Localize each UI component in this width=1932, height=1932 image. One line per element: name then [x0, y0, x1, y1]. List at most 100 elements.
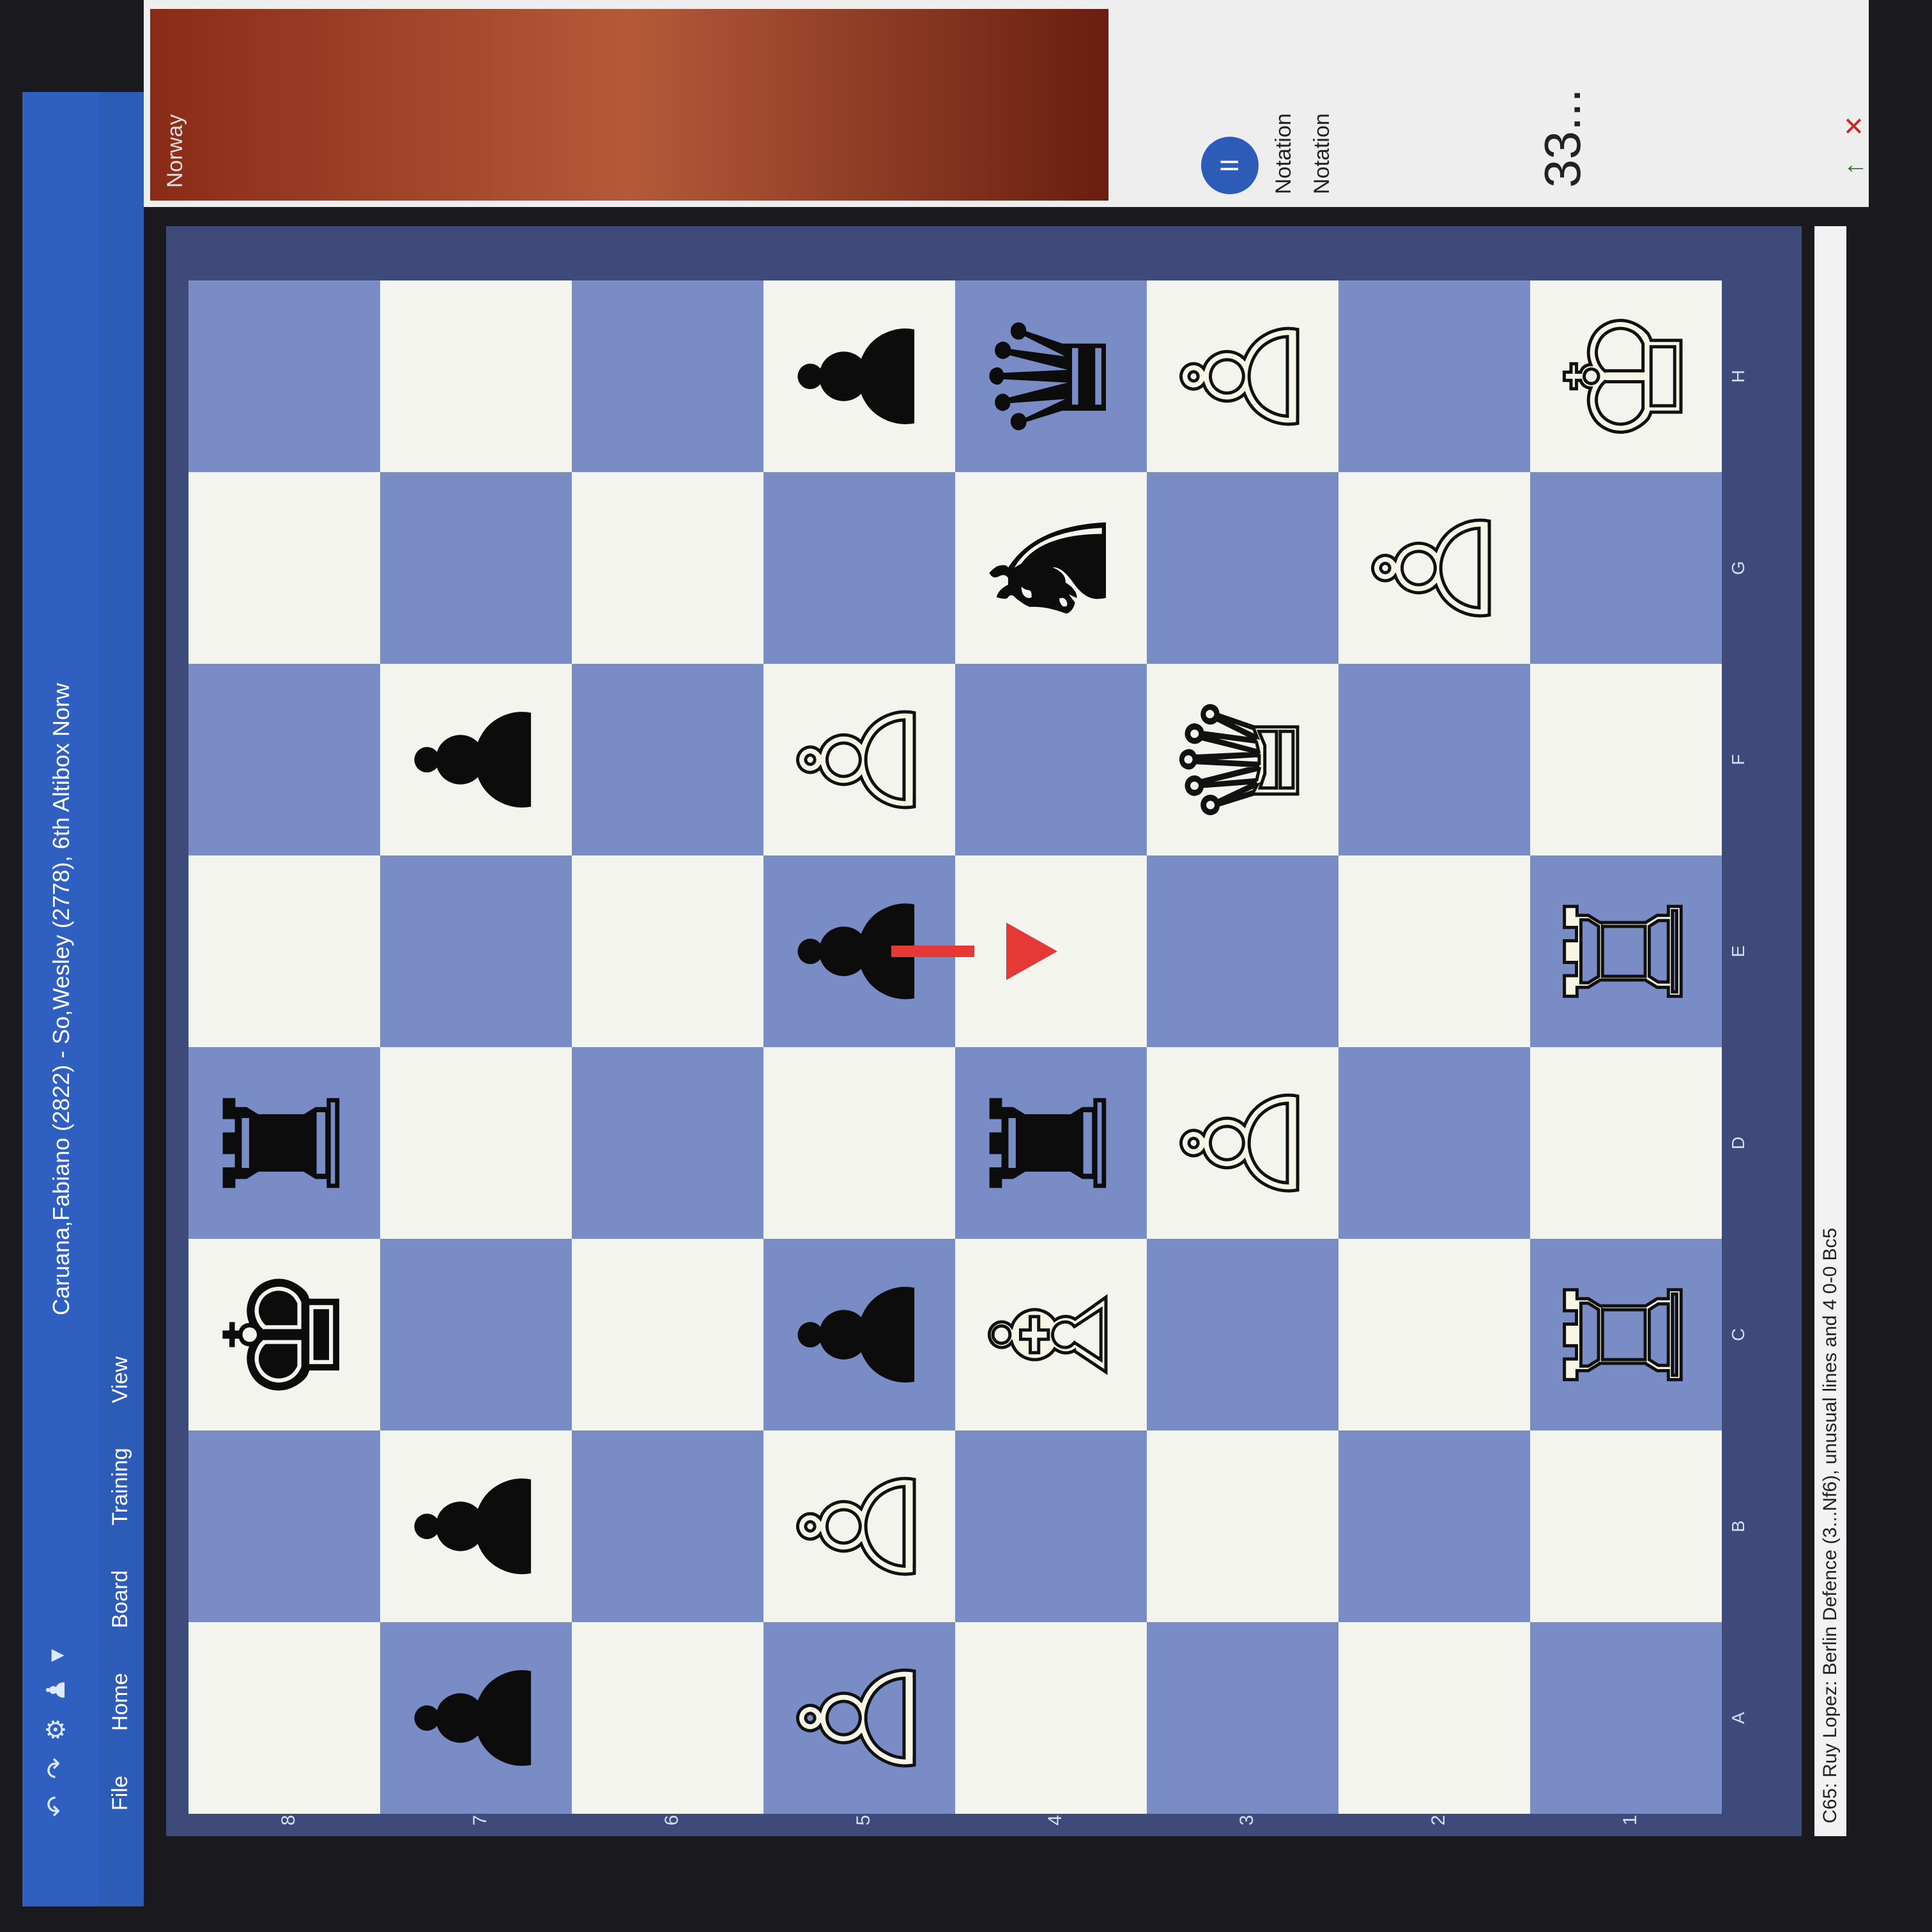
close-icon[interactable]: ✕	[1840, 115, 1869, 137]
notation-tab-2[interactable]: Notation	[1310, 113, 1335, 194]
white-bishop-icon[interactable]: ♗	[955, 1239, 1147, 1430]
file-label: A	[1728, 1712, 1748, 1724]
square-c6[interactable]	[572, 1239, 763, 1430]
menu-view[interactable]: View	[108, 1356, 133, 1403]
rank-label: 7	[470, 1814, 491, 1826]
file-label: G	[1728, 561, 1748, 575]
square-b6[interactable]	[572, 1430, 763, 1622]
square-h8[interactable]	[188, 280, 380, 472]
square-d5[interactable]	[763, 1047, 955, 1239]
square-b4[interactable]	[955, 1430, 1147, 1622]
white-queen-icon[interactable]: ♕	[1147, 664, 1338, 855]
square-g1[interactable]	[1530, 472, 1722, 664]
square-c7[interactable]	[380, 1239, 572, 1430]
board-frame: ♚ ♜ ♟ ♟ ♟ ♙ ♙ ♟ ♟ ♙ ♟ ♗ ♜ ♞ ♛ ♙ ♕ ♙ ♙ ♖ ♖ ♔ 8 7 6 5 4 3 2 1 A…	[166, 226, 1802, 1836]
menu-home[interactable]: Home	[108, 1673, 133, 1731]
square-f1[interactable]	[1530, 664, 1722, 855]
black-queen-icon[interactable]: ♛	[955, 280, 1147, 472]
square-a4[interactable]	[955, 1622, 1147, 1814]
square-h6[interactable]	[572, 280, 763, 472]
opening-status-bar: C65: Ruy Lopez: Berlin Defence (3...Nf6)…	[1814, 226, 1846, 1836]
black-pawn-icon[interactable]: ♟	[380, 664, 572, 855]
window-title: Caruana,Fabiano (2822) - So,Wesley (2778…	[48, 683, 74, 1315]
square-e4[interactable]	[955, 855, 1147, 1047]
file-label: C	[1728, 1328, 1748, 1342]
square-a8[interactable]	[188, 1622, 380, 1814]
square-c2[interactable]	[1338, 1239, 1530, 1430]
square-h7[interactable]	[380, 280, 572, 472]
file-label: D	[1728, 1136, 1748, 1150]
square-e7[interactable]	[380, 855, 572, 1047]
square-b8[interactable]	[188, 1430, 380, 1622]
rank-label: 2	[1428, 1814, 1449, 1826]
square-h2[interactable]	[1338, 280, 1530, 472]
square-a3[interactable]	[1147, 1622, 1338, 1814]
white-pawn-icon[interactable]: ♙	[763, 664, 955, 855]
black-pawn-icon[interactable]: ♟	[763, 855, 955, 1047]
up-arrow-icon[interactable]: ↑	[1840, 162, 1869, 175]
menu-file[interactable]: File	[108, 1775, 133, 1811]
square-c3[interactable]	[1147, 1239, 1338, 1430]
notation-tools: ↑ ✕	[1840, 115, 1869, 175]
black-knight-icon[interactable]: ♞	[955, 472, 1147, 664]
black-pawn-icon[interactable]: ♟	[380, 1430, 572, 1622]
square-g5[interactable]	[763, 472, 955, 664]
rank-label: 1	[1620, 1814, 1641, 1826]
player-photo: Norway	[150, 9, 1108, 201]
white-pawn-icon[interactable]: ♙	[763, 1622, 955, 1814]
square-a1[interactable]	[1530, 1622, 1722, 1814]
square-e3[interactable]	[1147, 855, 1338, 1047]
white-pawn-icon[interactable]: ♙	[1147, 1047, 1338, 1239]
current-move: 33...	[1534, 88, 1591, 188]
square-g3[interactable]	[1147, 472, 1338, 664]
rank-label: 4	[1045, 1814, 1066, 1826]
square-d1[interactable]	[1530, 1047, 1722, 1239]
square-g7[interactable]	[380, 472, 572, 664]
square-b1[interactable]	[1530, 1430, 1722, 1622]
black-rook-icon[interactable]: ♜	[188, 1047, 380, 1239]
white-pawn-icon[interactable]: ♙	[1338, 472, 1530, 664]
file-label: B	[1728, 1520, 1748, 1533]
black-rook-icon[interactable]: ♜	[955, 1047, 1147, 1239]
notation-tab[interactable]: Notation	[1271, 113, 1296, 194]
black-pawn-icon[interactable]: ♟	[763, 1239, 955, 1430]
white-rook-icon[interactable]: ♖	[1530, 855, 1722, 1047]
square-e2[interactable]	[1338, 855, 1530, 1047]
square-f4[interactable]	[955, 664, 1147, 855]
rank-label: 3	[1236, 1814, 1257, 1826]
square-f6[interactable]	[572, 664, 763, 855]
square-f2[interactable]	[1338, 664, 1530, 855]
square-f8[interactable]	[188, 664, 380, 855]
white-pawn-icon[interactable]: ♙	[763, 1430, 955, 1622]
rotated-screen: ↶ ↷ ⚙ ♟ ▾ Caruana,Fabiano (2822) - So,We…	[0, 0, 1932, 1932]
file-label: E	[1728, 945, 1748, 958]
white-pawn-icon[interactable]: ♙	[1147, 280, 1338, 472]
country-label: Norway	[163, 114, 187, 188]
chess-board[interactable]: ♚ ♜ ♟ ♟ ♟ ♙ ♙ ♟ ♟ ♙ ♟ ♗ ♜ ♞ ♛ ♙ ♕ ♙ ♙ ♖ ♖ ♔	[188, 280, 1722, 1814]
black-king-icon[interactable]: ♚	[188, 1239, 380, 1430]
square-d6[interactable]	[572, 1047, 763, 1239]
white-rook-icon[interactable]: ♖	[1530, 1239, 1722, 1430]
rank-label: 8	[278, 1814, 299, 1826]
right-panel: Norway	[144, 0, 1869, 207]
rank-label: 6	[661, 1814, 682, 1826]
square-g6[interactable]	[572, 472, 763, 664]
menu-board[interactable]: Board	[108, 1570, 133, 1629]
square-d7[interactable]	[380, 1047, 572, 1239]
menu-training[interactable]: Training	[108, 1448, 133, 1526]
square-a2[interactable]	[1338, 1622, 1530, 1814]
square-e6[interactable]	[572, 855, 763, 1047]
square-b3[interactable]	[1147, 1430, 1338, 1622]
menu-bar: File Home Board Training View	[99, 92, 144, 1906]
black-pawn-icon[interactable]: ♟	[763, 280, 955, 472]
square-d2[interactable]	[1338, 1047, 1530, 1239]
square-a6[interactable]	[572, 1622, 763, 1814]
file-label: F	[1728, 754, 1748, 765]
square-e8[interactable]	[188, 855, 380, 1047]
black-pawn-icon[interactable]: ♟	[380, 1622, 572, 1814]
square-b2[interactable]	[1338, 1430, 1530, 1622]
pause-button[interactable]: II	[1201, 137, 1259, 194]
file-label: H	[1728, 369, 1748, 383]
square-g8[interactable]	[188, 472, 380, 664]
white-king-icon[interactable]: ♔	[1530, 280, 1722, 472]
